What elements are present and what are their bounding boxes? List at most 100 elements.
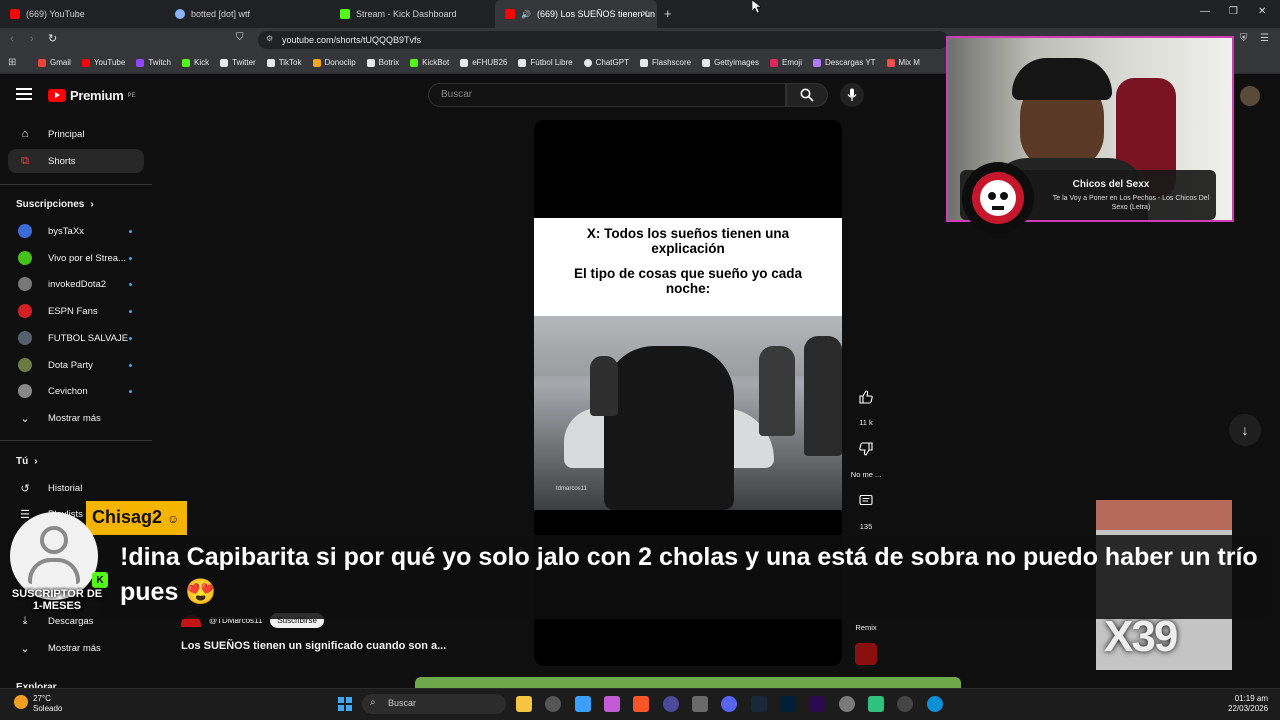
steam-icon[interactable] — [751, 696, 767, 712]
bookmark-twitch[interactable]: Twitch — [136, 58, 171, 67]
sidebar-item-invokeddota2[interactable]: invokedDota2 — [8, 273, 144, 295]
bookmark-futbol-libre[interactable]: Fútbol Libre — [518, 58, 573, 67]
emoji-icon — [769, 58, 778, 67]
forward-icon[interactable]: › — [30, 33, 34, 45]
bookmark-efhub[interactable]: eFHUB26 — [460, 58, 507, 67]
comments-button[interactable]: 135 — [850, 486, 882, 531]
apps-grid-icon[interactable]: ⊞ — [8, 57, 16, 68]
close-icon[interactable]: ✕ — [641, 9, 649, 20]
sidebar-item-bystaxx[interactable]: bysTaXx — [8, 220, 144, 242]
app-icon[interactable] — [545, 696, 561, 712]
speaker-icon: 🔊 — [521, 9, 531, 19]
bookmark-tiktok[interactable]: TikTok — [266, 58, 302, 67]
settings-gear-icon[interactable] — [839, 696, 855, 712]
tab-current-short[interactable]: 🔊 (669) Los SUEÑOS tienen un ✕ — [495, 0, 657, 28]
weather-sun-icon[interactable] — [14, 695, 28, 709]
taskbar-search[interactable]: ⌕ Buscar — [362, 694, 506, 714]
minimize-button[interactable]: — — [1200, 6, 1210, 17]
windows-start-icon[interactable] — [338, 697, 352, 711]
home-icon: ⌂ — [21, 128, 29, 140]
menu-icon[interactable]: ☰ — [1260, 33, 1269, 44]
discord-icon[interactable] — [721, 696, 737, 712]
multiplier-text: X39 — [1104, 612, 1178, 661]
back-icon[interactable]: ‹ — [10, 33, 14, 45]
bookmark-youtube[interactable]: YouTube — [81, 58, 125, 67]
brave-browser-icon[interactable] — [633, 696, 649, 712]
subscriptions-heading[interactable]: Suscripciones › — [16, 199, 94, 210]
app-icon[interactable] — [604, 696, 620, 712]
chevron-right-icon: › — [90, 199, 94, 210]
sidebar-item-label: Vivo por el Strea... — [48, 252, 126, 264]
bookmark-twitter[interactable]: Twitter — [220, 58, 256, 67]
thumbs-down-icon — [851, 434, 881, 464]
video-caption: X: Todos los sueños tienen una explicaci… — [534, 218, 842, 316]
bookmark-donoclip[interactable]: Donoclip — [312, 58, 356, 67]
sidebar-item-futbol-salvaje[interactable]: FUTBOL SALVAJE — [8, 327, 144, 349]
user-head-icon — [40, 526, 68, 554]
shield-icon[interactable]: ⛨ — [1240, 33, 1248, 44]
search-input[interactable]: Buscar — [428, 83, 786, 107]
dislike-button[interactable]: No me ... — [850, 434, 882, 479]
sidebar-item-home[interactable]: ⌂ Principal — [8, 122, 144, 146]
tab-botted[interactable]: botted [dot] wtf — [165, 0, 330, 28]
premiere-icon[interactable] — [809, 696, 825, 712]
sidebar-item-cevichon[interactable]: Cevichon — [8, 380, 144, 402]
avatar[interactable] — [1240, 86, 1260, 106]
remix-button[interactable]: Remix — [850, 623, 882, 632]
sidebar-item-vivo[interactable]: Vivo por el Strea... — [8, 247, 144, 269]
sidebar-item-history[interactable]: ↺ Historial — [8, 476, 144, 500]
bookmark-gmail[interactable]: Gmail — [38, 58, 71, 67]
bookmark-gettyimages[interactable]: Gettyimages — [702, 58, 759, 67]
short-title[interactable]: Los SUEÑOS tienen un significado cuando … — [181, 640, 446, 652]
maximize-button[interactable]: ❐ — [1229, 6, 1238, 17]
tab-title: (669) Los SUEÑOS tienen un — [536, 9, 656, 19]
bookmark-flashscore[interactable]: Flashscore — [639, 58, 691, 67]
app-icon[interactable] — [663, 696, 679, 712]
show-more-subscriptions[interactable]: ⌄ Mostrar más — [8, 406, 144, 430]
tab-youtube[interactable]: (669) YouTube — [0, 0, 165, 28]
app-icon[interactable] — [575, 696, 591, 712]
subscriber-avatar — [10, 512, 98, 600]
reload-icon[interactable]: ↻ — [48, 32, 57, 45]
sidebar-item-espn-fans[interactable]: ESPN Fans — [8, 300, 144, 322]
bookmark-descargas-yt[interactable]: Descargas YT — [813, 58, 876, 67]
hamburger-menu-icon[interactable] — [16, 88, 32, 102]
chevron-down-icon: ⌄ — [20, 642, 30, 655]
sidebar-item-label: Dota Party — [48, 359, 93, 371]
youtube-premium-logo[interactable]: Premium PE — [48, 88, 136, 103]
clock[interactable]: 01:19 am 22/03/2026 — [1228, 694, 1268, 714]
tab-kick-dashboard[interactable]: Stream - Kick Dashboard — [330, 0, 495, 28]
media-player-icon[interactable] — [897, 696, 913, 712]
search-button[interactable] — [786, 83, 828, 107]
app-icon[interactable] — [692, 696, 708, 712]
bookmark-chatgpt[interactable]: ChatGPT — [583, 58, 629, 67]
new-tab-button[interactable]: + — [664, 6, 672, 21]
bookmark-kick[interactable]: Kick — [182, 58, 209, 67]
bookmark-mix[interactable]: Mix M — [886, 58, 920, 67]
bookmark-icon[interactable]: ⛉ — [236, 32, 244, 43]
photoshop-icon[interactable] — [780, 696, 796, 712]
bookmark-label: Twitter — [232, 58, 256, 67]
download-icon — [813, 58, 821, 67]
weather-widget[interactable]: 27°C Soleado — [33, 694, 62, 714]
bookmark-emoji[interactable]: Emoji — [769, 58, 802, 67]
new-content-dot — [129, 256, 132, 260]
file-explorer-icon[interactable] — [516, 696, 532, 712]
sound-thumbnail[interactable] — [855, 643, 877, 665]
next-short-button[interactable]: ↓ — [1229, 414, 1261, 446]
like-button[interactable]: 11 k — [850, 382, 882, 427]
sidebar-item-dota-party[interactable]: Dota Party — [8, 354, 144, 376]
bookmark-kickbot[interactable]: KickBot — [410, 58, 449, 67]
you-heading[interactable]: Tú › — [16, 456, 38, 467]
person-background — [759, 346, 795, 436]
close-window-button[interactable]: ✕ — [1258, 6, 1266, 17]
voice-search-button[interactable] — [840, 83, 864, 107]
url-field[interactable]: ⚙ youtube.com/shorts/tUQQQB9Tvfs — [258, 31, 948, 49]
edge-browser-icon[interactable] — [927, 696, 943, 712]
sidebar-item-shorts[interactable]: ⧉ Shorts — [8, 149, 144, 173]
show-more-you[interactable]: ⌄ Mostrar más — [8, 636, 144, 660]
site-info-icon[interactable]: ⚙ — [266, 34, 273, 43]
bookmark-botrix[interactable]: Botrix — [366, 58, 399, 67]
video-frame: tdmarcos11 — [534, 316, 842, 510]
app-icon[interactable] — [868, 696, 884, 712]
